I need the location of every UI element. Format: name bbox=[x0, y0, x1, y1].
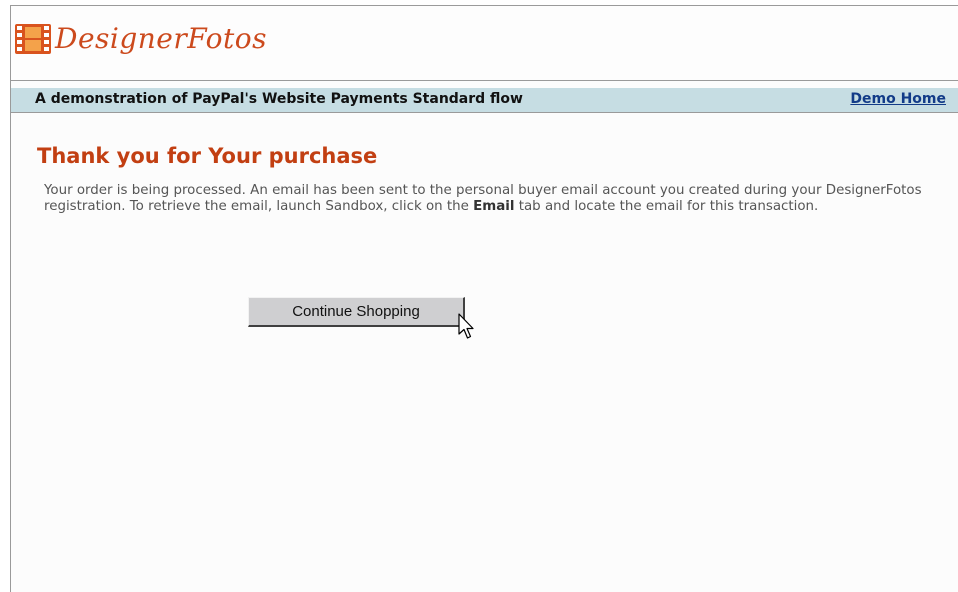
film-strip-icon bbox=[15, 23, 51, 54]
site-logo[interactable]: DesignerFotos bbox=[15, 22, 267, 55]
confirmation-message: Your order is being processed. An email … bbox=[44, 183, 954, 215]
demo-banner: A demonstration of PayPal's Website Paym… bbox=[11, 88, 958, 113]
page-frame: DesignerFotos A demonstration of PayPal'… bbox=[10, 5, 958, 592]
site-header: DesignerFotos bbox=[11, 6, 958, 81]
message-text-2: tab and locate the email for this transa… bbox=[514, 199, 819, 214]
page-title: Thank you for Your purchase bbox=[37, 144, 378, 168]
continue-shopping-button[interactable]: Continue Shopping bbox=[248, 297, 465, 327]
logo-text: DesignerFotos bbox=[55, 22, 267, 55]
mouse-pointer-icon bbox=[458, 313, 474, 339]
demo-home-link[interactable]: Demo Home bbox=[850, 91, 946, 107]
email-tab-reference: Email bbox=[473, 199, 515, 214]
banner-title: A demonstration of PayPal's Website Paym… bbox=[35, 91, 523, 107]
